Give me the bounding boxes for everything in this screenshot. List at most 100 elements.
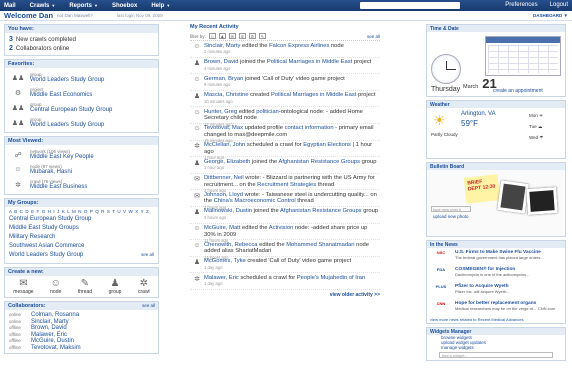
dashboard-menu[interactable]: DASHBOARD ▼ bbox=[533, 13, 568, 18]
activity-target-link[interactable]: Activision bbox=[269, 225, 293, 231]
activity-text: Brown, David joined the Political Marria… bbox=[204, 59, 380, 73]
group-link[interactable]: Middle East Study Groups bbox=[9, 225, 154, 234]
filter-node-icon[interactable]: ☺ bbox=[208, 33, 216, 39]
reports-menu[interactable]: Reports ▼ bbox=[69, 3, 98, 9]
activity-timestamp: 4 minutes ago bbox=[204, 65, 231, 71]
activity-detail: thread bbox=[295, 198, 314, 205]
activity-user-link[interactable]: George, Elizabeth bbox=[204, 159, 250, 165]
create-thread-button[interactable]: ✎ thread bbox=[78, 278, 92, 295]
filter-crawl-icon[interactable]: ✲ bbox=[238, 33, 246, 39]
activity-target-link[interactable]: contact information bbox=[285, 125, 334, 131]
activity-target-link[interactable]: politician bbox=[256, 109, 279, 115]
help-menu[interactable]: Help ▼ bbox=[151, 3, 170, 9]
activity-target-link[interactable]: Afghanistan Resistance Groups bbox=[278, 159, 360, 165]
logout-link[interactable]: Logout bbox=[550, 0, 568, 11]
shoebox-menu[interactable]: Shoebox bbox=[112, 3, 137, 9]
activity-user-link[interactable]: McClellan, John bbox=[204, 142, 245, 148]
favorite-item[interactable]: ♟♟ group World Leaders Study Group bbox=[9, 115, 154, 130]
activity-target-link[interactable]: Egyptian Elections bbox=[303, 142, 351, 148]
stat-row[interactable]: 2 Collaborators online bbox=[9, 44, 154, 53]
most-viewed-item[interactable]: ☺ node (97 views) Mubarak, Hasni bbox=[9, 162, 154, 177]
activity-user-link[interactable]: German, Bryan bbox=[204, 76, 243, 82]
filter-project-icon[interactable]: ⚙ bbox=[248, 33, 256, 39]
activity-target-link[interactable]: Political Marriages in Middle East bbox=[271, 92, 356, 98]
news-link[interactable]: CNN.com bbox=[538, 306, 555, 311]
group-link[interactable]: Central European Study Group bbox=[9, 216, 154, 225]
more-news-link[interactable]: view more news related to Recent Medical… bbox=[427, 316, 565, 323]
not-me-link[interactable]: not Dan Maxwell? bbox=[57, 13, 93, 18]
create-group-button[interactable]: ♟ group bbox=[109, 278, 122, 295]
favorite-item[interactable]: ♟♟ group World Leaders Study Group bbox=[9, 70, 154, 85]
activity-see-all-link[interactable]: see all bbox=[367, 34, 380, 39]
news-item[interactable]: FDA COSMEGEN® for Injection Dactinomycin i… bbox=[427, 265, 565, 282]
activity-target-link[interactable]: People's Mujahedin of Iran bbox=[297, 275, 365, 281]
alphabet-filter[interactable]: A B C D E F G H I J K L M N O P Q R S T … bbox=[9, 209, 154, 214]
most-viewed-item[interactable]: ☍ network (106 views) Middle East Key Peop… bbox=[9, 147, 154, 162]
chevron-down-icon: ▼ bbox=[51, 2, 56, 8]
activity-user-link[interactable]: Chenowith, Rebecca bbox=[204, 242, 258, 248]
upload-photo-link[interactable]: upload new photo bbox=[433, 214, 469, 219]
activity-user-link[interactable]: Brown, David bbox=[204, 59, 238, 65]
filter-message-icon[interactable]: ✉ bbox=[228, 33, 236, 39]
online-status: offline bbox=[9, 344, 21, 350]
new-post-it-input[interactable]: type new post it bbox=[431, 206, 471, 212]
activity-user-link[interactable]: Johnson, Lloyd bbox=[204, 192, 243, 198]
weather-temp: 59°F bbox=[461, 119, 478, 128]
help-label: Help bbox=[151, 2, 165, 9]
group-link[interactable]: Southwest Asian Commerce bbox=[9, 243, 154, 252]
create-message-button[interactable]: ✉ message bbox=[13, 278, 33, 295]
search-input[interactable] bbox=[360, 2, 460, 9]
activity-detail: group bbox=[359, 158, 377, 165]
most-viewed-item[interactable]: ✲ crawl (76 views) Middle East Business bbox=[9, 177, 154, 192]
mail-menu[interactable]: Mail bbox=[4, 3, 16, 9]
collaborator-row[interactable]: offline Tevotovat, Maksim bbox=[9, 345, 154, 352]
activity-user-link[interactable]: McGomes, Tyke bbox=[204, 258, 246, 264]
filter-group-icon[interactable]: ♟ bbox=[218, 33, 226, 39]
activity-user-link[interactable]: Mascia, Christine bbox=[204, 92, 248, 98]
current-date: March 21 bbox=[463, 76, 497, 91]
activity-user-link[interactable]: Dittbenner, Neil bbox=[204, 175, 244, 181]
preferences-link[interactable]: Preferences bbox=[505, 0, 537, 11]
create-crawl-button[interactable]: ✲ crawl bbox=[138, 278, 150, 295]
crawls-menu[interactable]: Crawls ▼ bbox=[30, 3, 56, 9]
activity-target-link[interactable]: Political Marriages in Middle East bbox=[267, 59, 352, 65]
activity-target-link[interactable]: Afghanistan Resistance Groups bbox=[280, 208, 362, 214]
activity-user-link[interactable]: Tevotovat, Max bbox=[204, 125, 243, 131]
news-item[interactable]: CNN Hope for better replacement organs Med… bbox=[427, 299, 565, 316]
find-widget-input[interactable]: find a widget... bbox=[439, 352, 553, 358]
activity-action: created bbox=[248, 92, 272, 99]
activity-target-link[interactable]: Mohammed Shanatmadari bbox=[286, 242, 354, 248]
create-node-button[interactable]: ☺ node bbox=[50, 278, 61, 295]
activity-user-link[interactable]: Sinclair, Marty bbox=[204, 43, 240, 49]
activity-user-link[interactable]: McGuire, Matt bbox=[204, 225, 240, 231]
filter-thread-icon[interactable]: ✎ bbox=[258, 33, 266, 39]
news-item[interactable]: PLUS Pfizer to Acquire Wyeth Pfizer Inc. w… bbox=[427, 282, 565, 299]
collaborators-see-all-link[interactable]: see all bbox=[142, 303, 155, 309]
activity-user-link[interactable]: Malawer, Eric bbox=[204, 275, 239, 281]
create-appointment-link[interactable]: create an appointment bbox=[493, 88, 543, 94]
activity-target-link[interactable]: China's Macroeconomic Control bbox=[214, 198, 296, 204]
activity-target-link[interactable]: Falcon Express Airlines bbox=[269, 43, 329, 49]
calendar[interactable] bbox=[485, 36, 561, 76]
sticky-note[interactable]: BRIEF DEPT 12:30 bbox=[463, 174, 501, 204]
forecast-day: Mon bbox=[529, 113, 538, 118]
group-link[interactable]: Military Research bbox=[9, 234, 154, 243]
activity-target-link[interactable]: Recruitment Strategies bbox=[257, 182, 316, 188]
you-have-box: You have: 3 New crawls completed 2 Collabo… bbox=[4, 24, 159, 56]
stat-row[interactable]: 3 New crawls completed bbox=[9, 35, 154, 44]
bulletin-photo[interactable] bbox=[497, 180, 529, 214]
activity-action: joined 'Call of Duty' video game project bbox=[243, 75, 345, 82]
favorite-item[interactable]: ⚙ project Middle East Economics bbox=[9, 85, 154, 100]
group-link[interactable]: World Leaders Study Group bbox=[9, 252, 83, 261]
favorite-item[interactable]: ♟♟ group Central European Study Group bbox=[9, 100, 154, 115]
view-older-activity-link[interactable]: view older activity >> bbox=[190, 292, 380, 298]
news-title: In the News bbox=[427, 241, 565, 248]
activity-item: ✲ Malawer, Eric scheduled a crawl for Peo… bbox=[190, 273, 380, 290]
activity-user-link[interactable]: Malinowski, Dustin bbox=[204, 208, 252, 214]
groups-see-all-link[interactable]: see all bbox=[141, 252, 154, 261]
news-item[interactable]: NBC U.S. Firms to Make Swine Flu Vaccine T… bbox=[427, 248, 565, 265]
weather-city[interactable]: Arlington, VA bbox=[461, 111, 496, 117]
manage-widgets-link[interactable]: manage widgets bbox=[427, 345, 565, 350]
bulletin-photo[interactable] bbox=[526, 186, 558, 216]
activity-user-link[interactable]: Hunter, Greg bbox=[204, 109, 237, 115]
